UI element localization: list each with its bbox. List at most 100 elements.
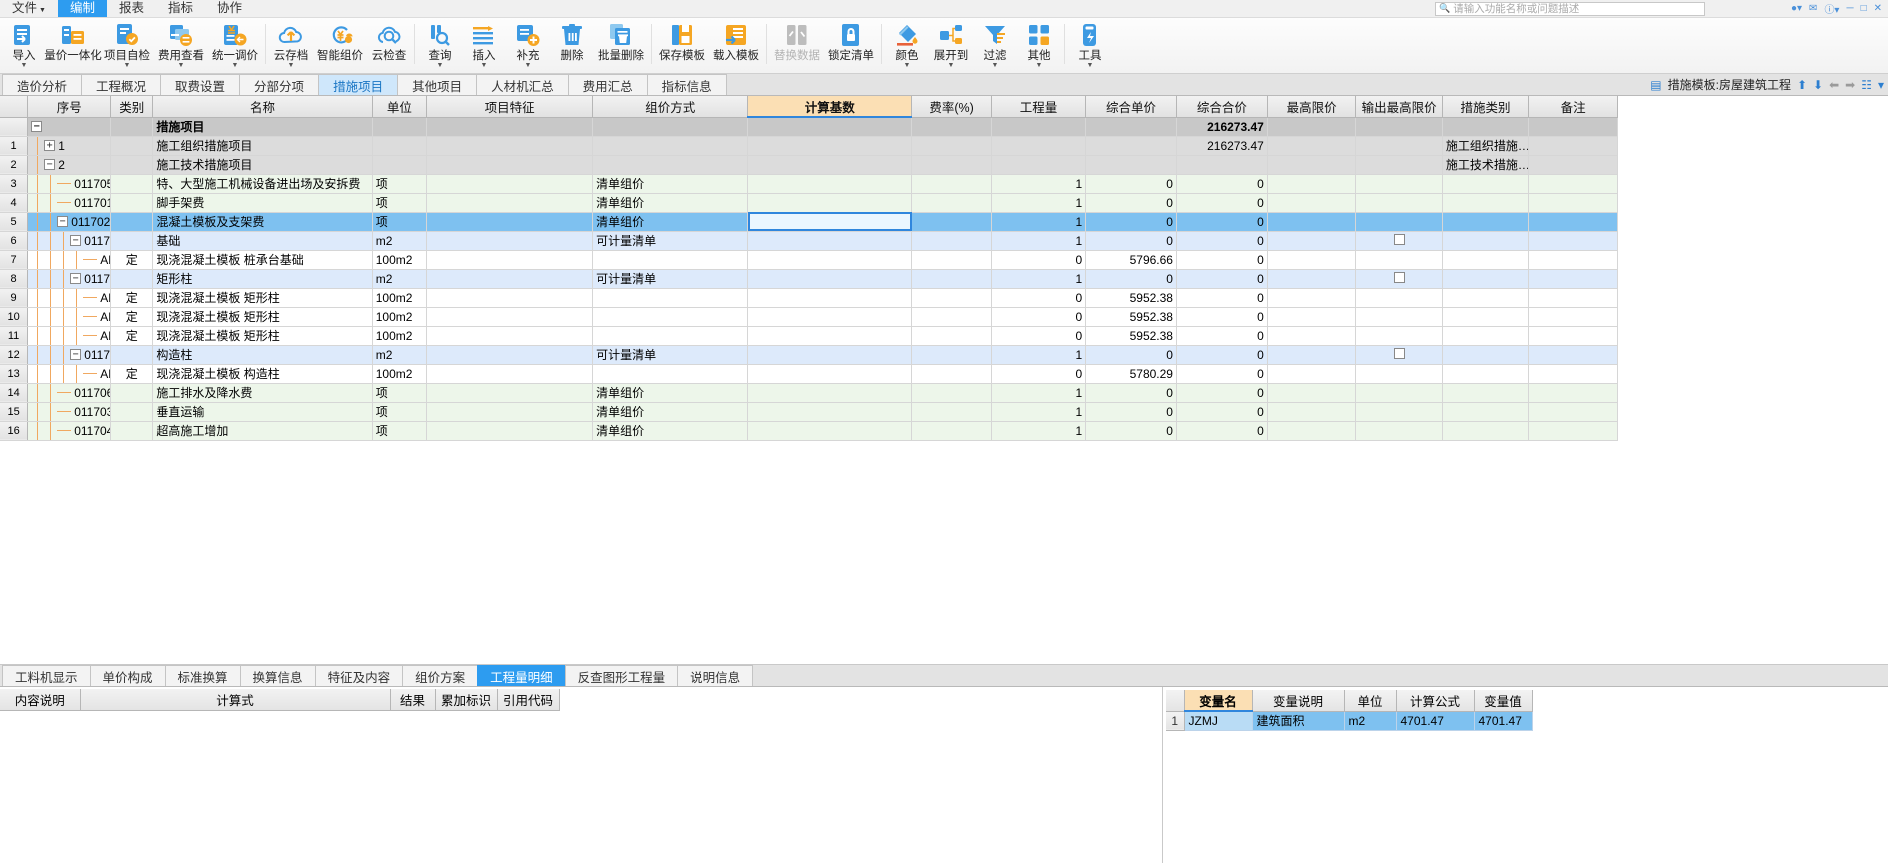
cell-category[interactable] [110,345,154,365]
cell-total-price[interactable]: 0 [1176,269,1268,289]
cell-rate[interactable] [911,193,992,213]
cell-measure-type[interactable]: 施工技术措施… [1442,155,1530,175]
cell-output-max[interactable] [1355,288,1443,308]
cell-name[interactable]: 构造柱 [152,345,373,365]
cell-note[interactable] [1528,421,1618,441]
cell-category[interactable] [110,155,154,175]
cell-pricing-mode[interactable]: 清单组价 [592,402,749,422]
cell-calc-base[interactable] [747,269,913,289]
detail-column-header-0[interactable]: 内容说明 [0,689,81,711]
cell-total-price[interactable]: 0 [1176,402,1268,422]
cell-quantity[interactable] [991,155,1087,175]
cell-unit-price[interactable]: 5952.38 [1085,307,1177,327]
detail-tab-5[interactable]: 组价方案 [402,665,479,686]
tab-3-inactive[interactable]: 分部分项 [239,74,320,95]
cell-measure-type[interactable] [1442,402,1530,422]
cell-name[interactable]: 矩形柱 [152,269,373,289]
cell-feature[interactable] [426,421,594,441]
row-number[interactable]: 8 [0,269,29,289]
expand-icon[interactable]: + [44,140,56,151]
arrow-left-icon[interactable]: ⬅ [1829,78,1839,92]
cell-note[interactable] [1528,383,1618,403]
cell-rate[interactable] [911,326,992,346]
row-number[interactable]: 15 [0,402,29,422]
ribbon-button-fee-view[interactable]: 费用查看 ▼ [154,20,208,72]
cell-unit[interactable]: 项 [372,193,428,213]
cell-calc-base[interactable] [747,231,913,251]
cell-pricing-mode[interactable]: 清单组价 [592,383,749,403]
cell-note[interactable] [1528,402,1618,422]
maximize-icon[interactable]: □ [1861,3,1867,14]
cell-output-max[interactable] [1355,174,1443,194]
cell-measure-type[interactable]: 施工组织措施… [1442,136,1530,156]
cell-feature[interactable] [426,155,594,175]
cell-feature[interactable] [426,288,594,308]
cell-measure-type[interactable] [1442,250,1530,270]
chevron-down-icon[interactable]: ▼ [1036,62,1043,69]
arrow-right-icon[interactable]: ➡ [1845,78,1855,92]
cell-total-price[interactable]: 0 [1176,231,1268,251]
row-number[interactable]: 3 [0,174,29,194]
table-row[interactable]: 13 AE0141定现浇混凝土模板 构造柱100m2 05780.290 [0,364,1618,384]
ribbon-button-filter[interactable]: 过滤 ▼ [973,20,1017,72]
chevron-down-icon[interactable]: ▼ [525,62,532,69]
column-header-1[interactable]: 类别 [110,96,154,118]
table-row[interactable]: 5−011702 混凝土模板及支架费项清单组价 1 0 0 [0,212,1618,232]
detail-tab-1[interactable]: 单价构成 [89,665,166,686]
cell-total-price[interactable]: 0 [1176,174,1268,194]
cell-feature[interactable] [426,364,594,384]
cell-max-price[interactable] [1267,250,1357,270]
cell-measure-type[interactable] [1442,326,1530,346]
variables-corner-header[interactable] [1166,690,1185,712]
collapse-icon[interactable]: − [31,121,43,132]
column-header-6[interactable]: 计算基数 [747,96,913,118]
column-header-12[interactable]: 输出最高限价 [1355,96,1443,118]
cell-total-price[interactable]: 0 [1176,193,1268,213]
cell-unit[interactable]: m2 [372,269,428,289]
cell-note[interactable] [1528,326,1618,346]
table-row[interactable]: 4 011701 脚手架费项清单组价 1 0 0 [0,193,1618,213]
cell-feature[interactable] [426,250,594,270]
cell-max-price[interactable] [1267,307,1357,327]
variables-column-header-4[interactable]: 变量值 [1474,690,1533,712]
cell-pricing-mode[interactable]: 清单组价 [592,193,749,213]
row-number[interactable]: 14 [0,383,29,403]
table-row[interactable]: 15 011703 垂直运输项清单组价 1 0 0 [0,402,1618,422]
cell-category[interactable] [110,231,154,251]
cell-category[interactable] [110,421,154,441]
cell-calc-base[interactable] [747,136,913,156]
cell-note[interactable] [1528,345,1618,365]
cell-unit-price[interactable]: 0 [1085,345,1177,365]
cell-category[interactable] [110,136,154,156]
row-number[interactable]: 13 [0,364,29,384]
detail-tab-6[interactable]: 工程量明细 [477,665,566,686]
cell-unit-price[interactable]: 5952.38 [1085,288,1177,308]
cell-pricing-mode[interactable]: 清单组价 [592,421,749,441]
cell-name[interactable]: 施工排水及降水费 [152,383,373,403]
cell-rate[interactable] [911,345,992,365]
cell-rate[interactable] [911,364,992,384]
cell-measure-type[interactable] [1442,364,1530,384]
cell-name[interactable]: 措施项目 [152,117,373,137]
row-number[interactable]: 5 [0,212,29,232]
cell-total-price[interactable]: 216273.47 [1176,117,1268,137]
cell-quantity[interactable]: 1 [991,231,1087,251]
variables-column-header-3[interactable]: 计算公式 [1396,690,1475,712]
cell-measure-type[interactable] [1442,117,1530,137]
cell-quantity[interactable]: 1 [991,193,1087,213]
cell-quantity[interactable]: 1 [991,383,1087,403]
cell-total-price[interactable] [1176,155,1268,175]
cell-rate[interactable] [911,307,992,327]
row-number[interactable]: 1 [0,136,29,156]
cell-total-price[interactable]: 0 [1176,326,1268,346]
cell-quantity[interactable]: 0 [991,364,1087,384]
cell-feature[interactable] [426,269,594,289]
cell-quantity[interactable]: 0 [991,250,1087,270]
row-number[interactable]: 4 [0,193,29,213]
cell-feature[interactable] [426,117,594,137]
row-number[interactable]: 12 [0,345,29,365]
tab-0-inactive[interactable]: 造价分析 [2,74,83,95]
collapse-icon[interactable]: − [70,349,82,360]
column-header-9[interactable]: 综合单价 [1085,96,1177,118]
cell-unit-price[interactable]: 0 [1085,193,1177,213]
